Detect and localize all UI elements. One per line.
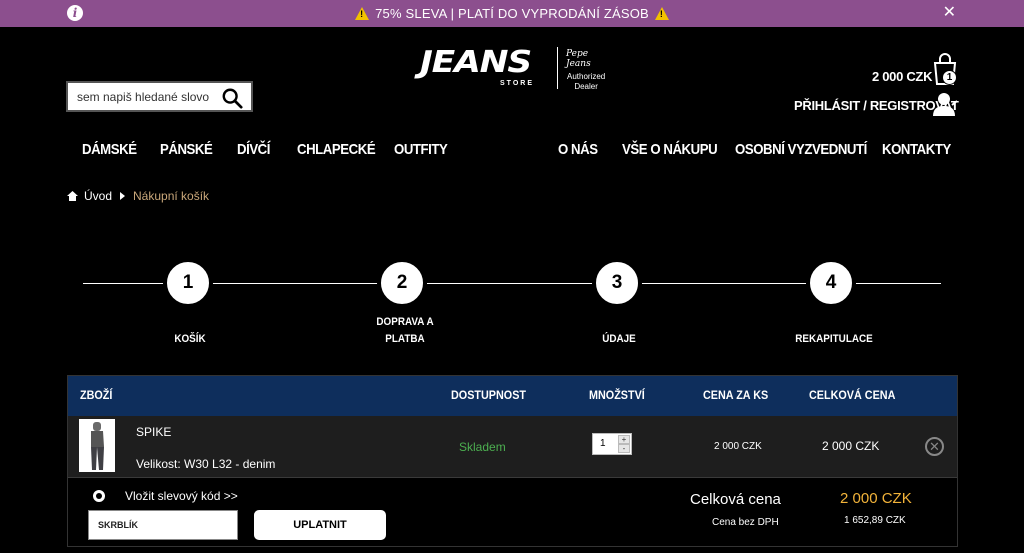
header-unit-price: CENA ZA KS	[703, 388, 769, 402]
nav-item-chlapecke[interactable]: CHLAPECKÉ	[297, 141, 376, 158]
cart-summary-area: Vložit slevový kód >> SKRBLÍK UPLATNIT C…	[68, 478, 957, 546]
header-total-price: CELKOVÁ CENA	[809, 388, 896, 402]
cart-total[interactable]: 2 000 CZK	[872, 69, 932, 84]
logo-divider	[557, 47, 558, 89]
logo-store-text: STORE	[500, 80, 534, 87]
net-price-label: Cena bez DPH	[712, 517, 779, 528]
search-input[interactable]	[68, 83, 218, 110]
table-row: SPIKE Velikost: W30 L32 - denim Skladem …	[68, 416, 957, 478]
step-3-circle: 3	[592, 258, 642, 308]
authorized-dealer-text: Authorized Dealer	[567, 72, 605, 92]
header-quantity: MNOŽSTVÍ	[589, 388, 645, 402]
step-1-label: KOŠÍK	[161, 331, 219, 348]
auth-line-1: Authorized	[567, 72, 606, 81]
partner-logo: Pepe Jeans	[566, 49, 591, 69]
nav-item-osobni-vyzvednuti[interactable]: OSOBNÍ VYZVEDNUTÍ	[735, 141, 867, 158]
nav-item-outfity[interactable]: OUTFITY	[394, 141, 448, 158]
nav-item-divci[interactable]: DÍVČÍ	[237, 141, 270, 158]
voucher-toggle-label[interactable]: Vložit slevový kód >>	[125, 489, 238, 503]
logo-wordmark: JEANS	[420, 45, 532, 80]
nav-item-kontakty[interactable]: KONTAKTY	[882, 141, 951, 158]
breadcrumb: Úvod Nákupní košík	[67, 189, 209, 203]
cart-count-badge: 1	[942, 70, 957, 85]
header-product: ZBOŽÍ	[80, 388, 113, 402]
product-thumbnail[interactable]	[79, 419, 115, 472]
store-logo[interactable]: JEANS STORE Pepe Jeans Authorized Dealer	[420, 45, 610, 93]
info-icon[interactable]: i	[67, 5, 83, 21]
step-1-circle: 1	[163, 258, 213, 308]
user-icon[interactable]	[932, 92, 958, 116]
step-2-label: DOPRAVA A PLATBA	[369, 314, 441, 348]
promo-text: 75% SLEVA | PLATÍ DO VYPRODÁNÍ ZÁSOB	[375, 6, 649, 21]
product-size: Velikost: W30 L32 - denim	[136, 457, 276, 471]
apply-voucher-button[interactable]: UPLATNIT	[254, 510, 386, 540]
step-2-label-line-1: DOPRAVA A	[376, 316, 434, 328]
step-1-label-text: KOŠÍK	[174, 333, 206, 345]
search-box	[66, 81, 253, 112]
chevron-right-icon	[120, 192, 126, 200]
close-icon[interactable]: ✕	[943, 5, 956, 21]
promo-bar: i 75% SLEVA | PLATÍ DO VYPRODÁNÍ ZÁSOB ✕	[0, 0, 1024, 27]
search-icon[interactable]	[221, 87, 243, 109]
cart-table: ZBOŽÍ DOSTUPNOST MNOŽSTVÍ CENA ZA KS CEL…	[67, 375, 958, 547]
voucher-radio[interactable]	[93, 490, 105, 502]
header-availability: DOSTUPNOST	[451, 388, 527, 402]
quantity-stepper[interactable]: 1 + -	[592, 433, 632, 455]
voucher-code-input[interactable]: SKRBLÍK	[88, 510, 238, 540]
net-price-value: 1 652,89 CZK	[844, 515, 906, 526]
nav-item-damske[interactable]: DÁMSKÉ	[82, 141, 137, 158]
nav-item-o-nas[interactable]: O NÁS	[558, 141, 598, 158]
unit-price: 2 000 CZK	[714, 441, 762, 452]
quantity-decrease-button[interactable]: -	[618, 444, 630, 453]
breadcrumb-current: Nákupní košík	[133, 189, 210, 203]
nav-item-vse-o-nakupu[interactable]: VŠE O NÁKUPU	[622, 141, 718, 158]
remove-item-icon[interactable]: ✕	[925, 437, 944, 456]
step-3-label: ÚDAJE	[590, 331, 648, 348]
availability-status: Skladem	[459, 440, 506, 454]
row-total-price: 2 000 CZK	[822, 439, 880, 453]
cart-table-header: ZBOŽÍ DOSTUPNOST MNOŽSTVÍ CENA ZA KS CEL…	[68, 376, 957, 416]
quantity-value[interactable]: 1	[600, 438, 606, 449]
warning-icon	[654, 7, 669, 20]
breadcrumb-home[interactable]: Úvod	[84, 189, 112, 203]
total-label: Celková cena	[690, 491, 781, 508]
promo-message: 75% SLEVA | PLATÍ DO VYPRODÁNÍ ZÁSOB	[355, 6, 669, 21]
product-name[interactable]: SPIKE	[136, 425, 171, 439]
step-4-label-text: REKAPITULACE	[795, 333, 873, 345]
home-icon[interactable]	[67, 191, 78, 201]
auth-line-2: Dealer	[574, 82, 598, 91]
step-4-circle: 4	[806, 258, 856, 308]
step-2-circle: 2	[377, 258, 427, 308]
warning-icon	[355, 7, 370, 20]
total-value: 2 000 CZK	[840, 490, 912, 507]
step-2-label-line-2: PLATBA	[385, 333, 425, 345]
quantity-increase-button[interactable]: +	[618, 435, 630, 444]
step-3-label-text: ÚDAJE	[602, 333, 636, 345]
step-4-label: REKAPITULACE	[791, 331, 877, 348]
nav-item-panske[interactable]: PÁNSKÉ	[160, 141, 213, 158]
